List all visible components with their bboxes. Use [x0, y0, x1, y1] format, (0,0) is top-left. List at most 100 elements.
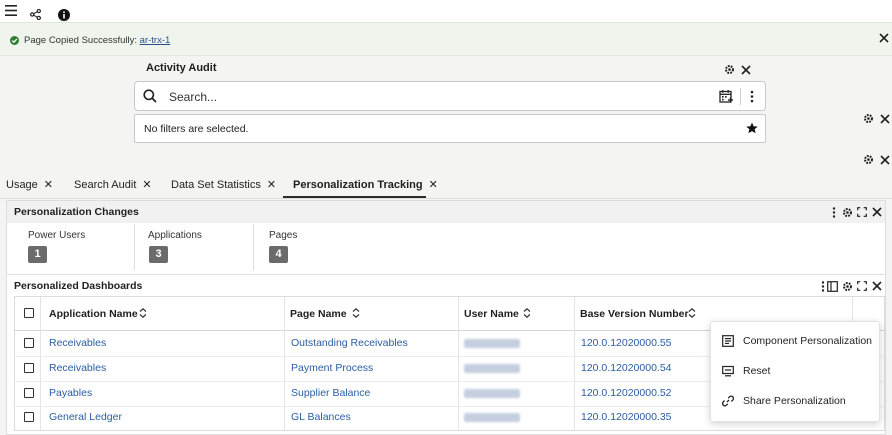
- row-checkbox[interactable]: [24, 363, 34, 373]
- tab-search-audit[interactable]: Search Audit ✕: [74, 178, 152, 191]
- menu-item-component-personalization[interactable]: Component Personalization: [711, 327, 881, 357]
- column-header-version[interactable]: Base Version Number: [580, 308, 689, 320]
- menu-item-label: Share Personalization: [743, 395, 846, 407]
- close-tab-icon[interactable]: ✕: [142, 179, 151, 191]
- version-link[interactable]: 120.0.12020000.54: [581, 362, 672, 374]
- close-icon[interactable]: [880, 114, 890, 124]
- link-icon: [722, 395, 734, 407]
- row-checkbox[interactable]: [24, 412, 34, 422]
- column-header-label: Base Version Number: [580, 308, 689, 320]
- redacted-user-name: [464, 364, 520, 373]
- page-link[interactable]: Outstanding Receivables: [291, 337, 408, 349]
- application-link[interactable]: Receivables: [49, 362, 106, 374]
- menu-item-reset[interactable]: Reset: [711, 357, 881, 387]
- applications-count[interactable]: 3: [149, 246, 168, 263]
- notification-message: Page Copied Successfully: ar-trx-1: [24, 35, 170, 46]
- metric-divider: [134, 224, 135, 270]
- pages-count[interactable]: 4: [269, 246, 288, 263]
- copied-page-link[interactable]: ar-trx-1: [140, 35, 171, 46]
- search-icon: [143, 89, 157, 103]
- close-notification-icon[interactable]: [879, 33, 889, 43]
- page-link[interactable]: GL Balances: [291, 411, 351, 423]
- expand-icon[interactable]: [857, 281, 867, 291]
- sort-icon[interactable]: [139, 308, 147, 318]
- more-options-icon[interactable]: [832, 207, 836, 218]
- context-menu: Component Personalization Reset Share Pe…: [710, 321, 880, 422]
- tab-label: Usage: [6, 179, 38, 191]
- redacted-user-name: [464, 413, 520, 422]
- section-divider: [7, 274, 885, 275]
- search-divider: [740, 88, 741, 105]
- sort-icon[interactable]: [352, 308, 360, 318]
- power-users-count[interactable]: 1: [28, 246, 47, 263]
- column-header-label: Page Name: [290, 308, 347, 320]
- page-link[interactable]: Supplier Balance: [291, 387, 370, 399]
- search-bar[interactable]: Search...: [134, 81, 766, 111]
- success-notification: Page Copied Successfully: ar-trx-1: [0, 22, 892, 56]
- sort-icon[interactable]: [523, 308, 531, 318]
- close-tab-icon[interactable]: ✕: [429, 179, 438, 191]
- close-icon[interactable]: [741, 65, 751, 75]
- close-tab-icon[interactable]: ✕: [44, 179, 53, 191]
- gear-icon[interactable]: [863, 113, 874, 124]
- pages-label: Pages: [269, 230, 298, 241]
- column-header-application[interactable]: Application Name: [49, 308, 138, 320]
- version-link[interactable]: 120.0.12020000.52: [581, 387, 672, 399]
- personalization-changes-title: Personalization Changes: [14, 206, 139, 218]
- column-panel-icon[interactable]: [827, 281, 838, 292]
- personalized-dashboards-title: Personalized Dashboards: [14, 280, 143, 292]
- calendar-add-icon[interactable]: [719, 89, 733, 103]
- tab-divider: [0, 198, 892, 199]
- tab-label: Data Set Statistics: [171, 179, 261, 191]
- column-header-label: Application Name: [49, 308, 138, 320]
- row-checkbox[interactable]: [24, 338, 34, 348]
- info-icon[interactable]: [58, 9, 70, 21]
- close-icon[interactable]: [872, 281, 882, 291]
- column-header-user[interactable]: User Name: [464, 308, 519, 320]
- share-icon[interactable]: [30, 9, 41, 20]
- more-options-icon[interactable]: [821, 281, 825, 292]
- favorite-star-icon[interactable]: [746, 122, 758, 134]
- sort-icon[interactable]: [688, 308, 696, 318]
- row-checkbox[interactable]: [24, 388, 34, 398]
- reset-icon: [722, 365, 734, 377]
- page-link[interactable]: Payment Process: [291, 362, 373, 374]
- more-options-icon[interactable]: [750, 90, 754, 103]
- application-link[interactable]: General Ledger: [49, 411, 122, 423]
- gear-icon[interactable]: [842, 207, 853, 218]
- search-input[interactable]: Search...: [169, 90, 217, 104]
- menu-item-label: Reset: [743, 365, 771, 377]
- expand-icon[interactable]: [857, 207, 867, 217]
- version-link[interactable]: 120.0.12020000.55: [581, 337, 672, 349]
- hamburger-menu-icon[interactable]: [5, 5, 17, 16]
- menu-item-label: Component Personalization: [743, 335, 872, 347]
- redacted-user-name: [464, 339, 520, 348]
- application-link[interactable]: Receivables: [49, 337, 106, 349]
- tab-data-set-statistics[interactable]: Data Set Statistics ✕: [171, 178, 276, 191]
- select-all-checkbox[interactable]: [24, 308, 34, 318]
- version-link[interactable]: 120.0.12020000.35: [581, 411, 672, 423]
- tab-usage[interactable]: Usage ✕: [6, 178, 53, 191]
- gear-icon[interactable]: [724, 64, 735, 75]
- tab-label: Personalization Tracking: [293, 179, 423, 191]
- close-tab-icon[interactable]: ✕: [267, 179, 276, 191]
- menu-item-share-personalization[interactable]: Share Personalization: [711, 387, 881, 417]
- metric-divider: [253, 224, 254, 270]
- notification-text: Page Copied Successfully:: [24, 35, 140, 46]
- tab-personalization-tracking[interactable]: Personalization Tracking ✕: [293, 178, 438, 191]
- application-link[interactable]: Payables: [49, 387, 92, 399]
- gear-icon[interactable]: [842, 281, 853, 292]
- filter-status-text: No filters are selected.: [144, 123, 249, 135]
- tab-bar: Usage ✕ Search Audit ✕ Data Set Statistics…: [0, 172, 892, 199]
- column-header-page[interactable]: Page Name: [290, 308, 347, 320]
- filter-summary: No filters are selected.: [134, 114, 766, 143]
- activity-audit-title: Activity Audit: [146, 62, 217, 74]
- component-personalization-icon: [722, 335, 734, 347]
- gear-icon[interactable]: [863, 154, 874, 165]
- power-users-label: Power Users: [28, 230, 86, 241]
- column-header-label: User Name: [464, 308, 519, 320]
- success-check-icon: [10, 36, 19, 45]
- tab-label: Search Audit: [74, 179, 137, 191]
- close-icon[interactable]: [880, 155, 890, 165]
- close-icon[interactable]: [872, 207, 882, 217]
